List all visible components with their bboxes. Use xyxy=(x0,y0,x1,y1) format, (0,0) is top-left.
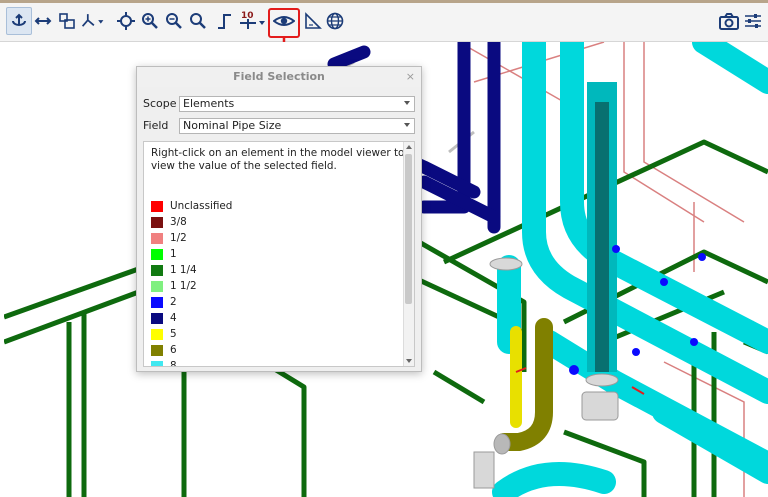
legend-swatch xyxy=(151,248,163,260)
legend-panel: Right-click on an element in the model v… xyxy=(143,141,415,367)
field-select[interactable]: Nominal Pipe Size xyxy=(179,118,415,134)
legend-swatch xyxy=(151,328,163,340)
fit-view-icon xyxy=(59,13,75,29)
legend-item: 4 xyxy=(151,310,232,326)
zoom-window-button[interactable] xyxy=(185,7,211,35)
legend-item: 1 1/4 xyxy=(151,262,232,278)
pan-icon xyxy=(34,17,52,25)
camera-icon xyxy=(719,13,739,30)
chevron-down-icon xyxy=(404,101,410,105)
globe-button[interactable] xyxy=(322,7,348,35)
dialog-title: Field Selection xyxy=(137,67,421,87)
legend-scrollbar[interactable] xyxy=(403,142,414,366)
visibility-button-highlight xyxy=(268,8,300,38)
zoom-in-icon xyxy=(142,13,158,29)
globe-icon xyxy=(326,12,344,30)
pan-button[interactable] xyxy=(30,7,56,35)
legend-label: 4 xyxy=(170,312,177,324)
legend-swatch xyxy=(151,280,163,292)
legend-item: 3/8 xyxy=(151,214,232,230)
orbit-button[interactable] xyxy=(6,7,32,35)
field-label: Field xyxy=(143,119,169,132)
color-legend: Unclassified 3/8 1/2 1 1 1/4 1 1/2 2 4 5 6 8 xyxy=(151,198,232,367)
help-text: Right-click on an element in the model v… xyxy=(151,147,405,172)
legend-swatch xyxy=(151,216,163,228)
legend-swatch xyxy=(151,264,163,276)
step-button[interactable] xyxy=(212,7,238,35)
scope-select-value: Elements xyxy=(183,97,235,110)
legend-item: 1 xyxy=(151,246,232,262)
section-number-icon: 10 xyxy=(240,11,265,29)
settings-button[interactable] xyxy=(740,7,766,35)
measure-icon xyxy=(305,12,322,29)
legend-swatch xyxy=(151,296,163,308)
legend-label: 1 xyxy=(170,248,177,260)
fit-view-button[interactable] xyxy=(54,7,80,35)
legend-label: 8 xyxy=(170,360,177,367)
settings-sliders-icon xyxy=(745,14,761,28)
step-icon xyxy=(218,14,231,29)
legend-label: 1/2 xyxy=(170,232,187,244)
section-number-button[interactable]: 10 xyxy=(238,7,266,35)
close-icon[interactable]: × xyxy=(406,67,415,87)
field-selection-dialog: Field Selection × Scope Elements Field N… xyxy=(136,66,422,372)
axis-view-icon xyxy=(81,14,104,27)
zoom-out-icon xyxy=(166,13,182,29)
legend-swatch xyxy=(151,360,163,366)
legend-label: 2 xyxy=(170,296,177,308)
scope-label: Scope xyxy=(143,97,177,110)
orbit-icon xyxy=(12,13,26,26)
snapshot-button[interactable] xyxy=(716,7,742,35)
legend-swatch xyxy=(151,200,163,212)
scope-select[interactable]: Elements xyxy=(179,96,415,112)
legend-label: 3/8 xyxy=(170,216,187,228)
legend-swatch xyxy=(151,344,163,356)
legend-item: 1/2 xyxy=(151,230,232,246)
zoom-out-button[interactable] xyxy=(161,7,187,35)
scroll-up-icon[interactable] xyxy=(406,145,412,149)
legend-item: 1 1/2 xyxy=(151,278,232,294)
legend-item: 2 xyxy=(151,294,232,310)
legend-item: Unclassified xyxy=(151,198,232,214)
legend-label: 1 1/2 xyxy=(170,280,197,292)
legend-item: 6 xyxy=(151,342,232,358)
center-target-button[interactable] xyxy=(113,7,139,35)
axis-view-button[interactable] xyxy=(80,7,106,35)
scroll-thumb[interactable] xyxy=(405,154,412,304)
legend-label: 6 xyxy=(170,344,177,356)
zoom-in-button[interactable] xyxy=(137,7,163,35)
legend-label: 1 1/4 xyxy=(170,264,197,276)
field-select-value: Nominal Pipe Size xyxy=(183,119,282,132)
chevron-down-icon xyxy=(404,123,410,127)
center-target-icon xyxy=(117,12,135,30)
legend-item: 8 xyxy=(151,358,232,367)
legend-label: Unclassified xyxy=(170,200,233,212)
legend-swatch xyxy=(151,232,163,244)
legend-label: 5 xyxy=(170,328,177,340)
legend-item: 5 xyxy=(151,326,232,342)
zoom-window-icon xyxy=(190,13,206,29)
scroll-down-icon[interactable] xyxy=(406,359,412,363)
legend-swatch xyxy=(151,312,163,324)
viewer-toolbar: 10 xyxy=(0,3,768,42)
